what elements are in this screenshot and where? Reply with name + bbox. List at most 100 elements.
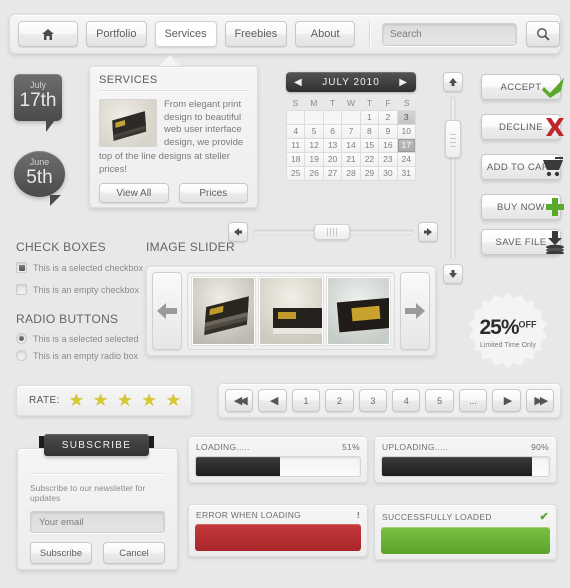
pagination-page-1[interactable]: 1: [291, 389, 321, 412]
status-error: ERROR WHEN LOADING !: [188, 504, 368, 557]
calendar-day[interactable]: 13: [323, 139, 342, 152]
calendar-day[interactable]: 21: [342, 153, 360, 166]
buy-now-button[interactable]: BUY NOW: [481, 194, 564, 220]
slide-business-card-tweed[interactable]: [325, 276, 391, 346]
save-file-button[interactable]: SAVE FILE: [481, 229, 564, 255]
calendar-day[interactable]: 5: [305, 125, 323, 138]
calendar-day[interactable]: 19: [305, 153, 323, 166]
calendar-day[interactable]: 14: [342, 139, 360, 152]
pagination-ellipsis-...[interactable]: ...: [458, 389, 488, 412]
calendar-day[interactable]: 29: [360, 167, 379, 180]
scroll-down-button[interactable]: [443, 264, 463, 284]
radio-empty[interactable]: [16, 350, 27, 361]
calendar-next-button[interactable]: ▶: [399, 77, 408, 88]
pagination-page-2[interactable]: 2: [325, 389, 354, 412]
radio-selected[interactable]: [16, 333, 27, 344]
checkbox-label: This is a selected checkbox: [33, 262, 144, 273]
horizontal-slider[interactable]: [228, 222, 438, 242]
calendar-day[interactable]: 8: [360, 125, 379, 138]
subscribe-submit-button[interactable]: Subscribe: [30, 542, 92, 564]
pagination-next-button[interactable]: ▶: [492, 389, 521, 412]
pagination-first-button[interactable]: ◀◀: [225, 389, 254, 412]
pagination-prev-button[interactable]: ◀: [258, 389, 287, 412]
pagination-page-3[interactable]: 3: [358, 389, 388, 412]
calendar-day[interactable]: 15: [360, 139, 379, 152]
subscribe-cancel-button[interactable]: Cancel: [103, 542, 165, 564]
scrollbar-thumb[interactable]: [445, 120, 461, 158]
slider-thumb[interactable]: [314, 224, 350, 240]
decline-button[interactable]: DECLINE: [481, 114, 564, 140]
email-input[interactable]: Your email: [30, 511, 165, 533]
image-slider-prev-button[interactable]: [152, 272, 182, 350]
calendar-prev-button[interactable]: ◀: [294, 77, 303, 88]
calendar-day[interactable]: 23: [379, 153, 397, 166]
radio-row-selected[interactable]: This is a selected selected: [16, 333, 139, 344]
rating-star[interactable]: ★: [93, 392, 108, 409]
calendar-day[interactable]: 12: [305, 139, 323, 152]
main-navbar: Portfolio Services Freebies About Search: [9, 14, 561, 54]
pagination-last-button[interactable]: ▶▶: [525, 389, 555, 412]
calendar-day[interactable]: 22: [360, 153, 379, 166]
discount-value-row: 25%OFF: [479, 316, 536, 340]
progress-header: LOADING..... 51%: [195, 442, 361, 456]
image-slider-next-button[interactable]: [400, 272, 430, 350]
calendar-day[interactable]: 28: [342, 167, 360, 180]
calendar-day[interactable]: 9: [379, 125, 397, 138]
checkbox-selected[interactable]: [16, 262, 27, 273]
rating-star[interactable]: ★: [141, 392, 156, 409]
slider-left-button[interactable]: [228, 222, 248, 242]
calendar-day[interactable]: 10: [397, 125, 415, 138]
calendar-day[interactable]: 16: [379, 139, 397, 152]
nav-item-about[interactable]: About: [295, 21, 356, 47]
calendar-day[interactable]: 6: [323, 125, 342, 138]
calendar-day[interactable]: 1: [360, 111, 379, 124]
calendar-day[interactable]: 25: [287, 167, 305, 180]
date-bubble-july: July 17th: [14, 74, 62, 132]
checkbox-row-empty[interactable]: This is an empty checkbox: [16, 284, 139, 295]
rating-star[interactable]: ★: [69, 392, 84, 409]
slide-business-card-stack[interactable]: [258, 276, 324, 346]
search-input[interactable]: Search: [382, 22, 517, 46]
view-all-button[interactable]: View All: [99, 183, 169, 203]
add-to-cart-button[interactable]: ADD TO CART: [481, 154, 563, 180]
nav-item-freebies[interactable]: Freebies: [224, 21, 288, 47]
pagination-page-5[interactable]: 5: [425, 389, 454, 412]
rating-star[interactable]: ★: [166, 392, 181, 409]
calendar-day[interactable]: 2: [379, 111, 397, 124]
calendar-day[interactable]: 31: [397, 167, 415, 180]
calendar-day[interactable]: 30: [379, 167, 397, 180]
nav-home-button[interactable]: [18, 21, 78, 47]
accept-button[interactable]: ACCEPT: [481, 74, 564, 100]
checkbox-row-selected[interactable]: This is a selected checkbox: [16, 262, 143, 273]
slide-business-card-fan[interactable]: [190, 276, 257, 346]
checkbox-empty[interactable]: [16, 284, 27, 295]
nav-item-services[interactable]: Services: [154, 21, 217, 47]
bubble-month: July: [29, 80, 46, 90]
calendar-day[interactable]: 18: [287, 153, 305, 166]
image-slider-title: IMAGE SLIDER: [146, 240, 235, 254]
calendar-day[interactable]: 11: [287, 139, 305, 152]
calendar-day[interactable]: 26: [305, 167, 323, 180]
nav-item-portfolio[interactable]: Portfolio: [86, 21, 147, 47]
calendar-day[interactable]: 24: [397, 153, 415, 166]
pagination-page-4[interactable]: 4: [392, 389, 421, 412]
vertical-scrollbar[interactable]: [443, 72, 463, 284]
rating-star[interactable]: ★: [117, 392, 132, 409]
scroll-up-button[interactable]: [443, 72, 463, 92]
progress-label: LOADING.....: [196, 442, 250, 452]
checkbox-label: This is an empty checkbox: [33, 284, 140, 295]
slider-right-button[interactable]: [418, 222, 438, 242]
calendar-day[interactable]: 27: [323, 167, 342, 180]
calendar-day[interactable]: 3: [397, 111, 415, 124]
calendar-day[interactable]: 4: [287, 125, 305, 138]
search-button[interactable]: [526, 21, 560, 47]
plus-icon: [546, 198, 564, 216]
status-bar: [195, 524, 361, 551]
calendar-weekday: F: [385, 98, 391, 108]
prices-button[interactable]: Prices: [178, 183, 248, 203]
calendar-day[interactable]: 7: [342, 125, 360, 138]
calendar-day[interactable]: 17: [397, 139, 415, 152]
calendar-day[interactable]: 20: [323, 153, 342, 166]
radio-row-empty[interactable]: This is an empty radio box: [16, 350, 138, 361]
nav-label: Portfolio: [96, 28, 137, 40]
